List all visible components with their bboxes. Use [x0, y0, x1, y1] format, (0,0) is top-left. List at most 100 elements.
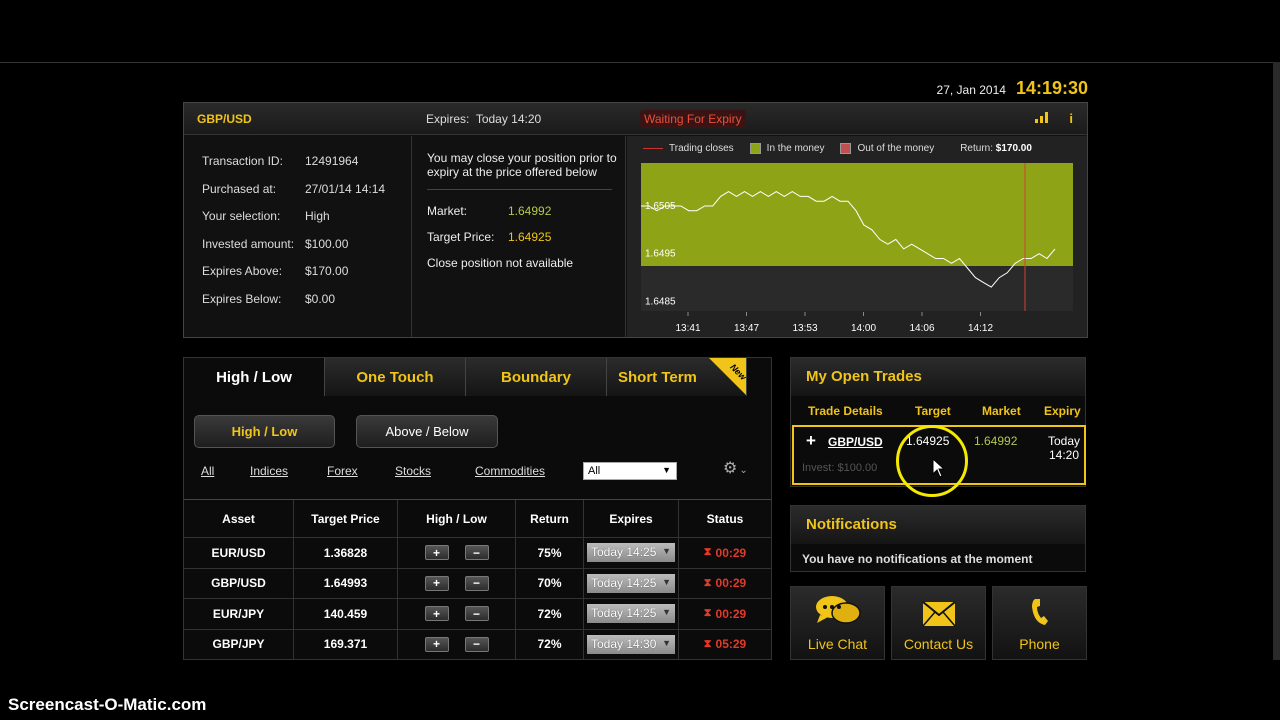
gear-icon[interactable]: ⚙ ⌄ — [723, 458, 748, 478]
call-button[interactable]: + — [424, 575, 449, 591]
return-value: 70% — [537, 576, 562, 591]
market-value: 1.64992 — [508, 204, 552, 218]
assets-table: Asset Target Price High / Low Return Exp… — [184, 499, 771, 660]
asset-name: EUR/USD — [211, 545, 266, 560]
asset-cell: EUR/JPY — [184, 599, 294, 629]
open-trade-invest: Invest: $100.00 — [802, 462, 878, 474]
filter-stocks[interactable]: Stocks — [395, 464, 431, 478]
phone-button[interactable]: Phone — [992, 586, 1087, 660]
open-trade-asset[interactable]: GBP/USD — [828, 435, 883, 449]
trade-detail-header: GBP/USD Expires: Today 14:20 Waiting For… — [184, 103, 1087, 135]
expiry-select[interactable]: Today 14:25 ▼ — [587, 573, 675, 593]
open-trade-market: 1.64992 — [974, 434, 1018, 448]
target-price: 1.36828 — [323, 545, 368, 560]
trade-info-list: Transaction ID: 12491964 Purchased at: 27/… — [184, 136, 412, 337]
col-target-price: Target Price — [294, 500, 398, 537]
put-button[interactable]: − — [464, 636, 489, 652]
target-price: 169.371 — [323, 637, 368, 652]
countdown: 00:29 — [715, 606, 747, 621]
divider — [427, 189, 612, 190]
detail-toolbar: i — [1035, 111, 1073, 126]
signal-bars-icon[interactable] — [1035, 111, 1049, 126]
high-low-cell: + − — [398, 599, 516, 629]
col-high-low: High / Low — [398, 500, 516, 537]
selection-row: Your selection: High — [202, 209, 330, 223]
tab-one-touch[interactable]: One Touch — [325, 358, 466, 396]
filter-all[interactable]: All — [201, 464, 214, 478]
asset-name: EUR/JPY — [212, 606, 265, 621]
phone-icon — [1030, 597, 1050, 630]
high-low-cell: + − — [398, 629, 516, 659]
x-tick-label: 14:12 — [968, 323, 993, 334]
put-button[interactable]: − — [464, 545, 489, 561]
current-time: 14:19:30 — [1015, 78, 1088, 98]
in-money-zone — [641, 163, 1073, 266]
open-trades-header: Trade Details Target Market Expiry — [791, 398, 1085, 424]
table-row: EUR/JPY 140.459 + − 72% Today 14:25 ▼ ⧗ 00:29 — [184, 599, 771, 630]
hourglass-icon: ⧗ — [703, 607, 712, 620]
target-row: Target Price: 1.64925 — [427, 230, 551, 244]
phone-label: Phone — [1019, 636, 1060, 652]
asset-filter-select[interactable]: All ▼ — [583, 462, 677, 480]
invested-row: Invested amount: $100.00 — [202, 237, 348, 251]
expiry-select-value: Today 14:25 — [591, 606, 657, 621]
page-scrollbar[interactable] — [1273, 62, 1280, 660]
asset-name: GBP/JPY — [212, 637, 265, 652]
asset-cell: EUR/USD — [184, 538, 294, 568]
notifications-title: Notifications — [791, 506, 1085, 544]
status-cell: ⧗ 00:29 — [679, 599, 771, 629]
expires-cell: Today 14:25 ▼ — [584, 599, 679, 629]
notifications-message: You have no notifications at the moment — [802, 552, 1033, 566]
chevron-down-icon: ▼ — [662, 546, 671, 557]
expiry-select-value: Today 14:25 — [591, 575, 657, 590]
live-chat-button[interactable]: Live Chat — [790, 586, 885, 660]
target-price: 140.459 — [323, 606, 368, 621]
put-button[interactable]: − — [464, 575, 489, 591]
current-date: 27, Jan 2014 — [936, 83, 1006, 97]
filter-commodities[interactable]: Commodities — [475, 464, 545, 478]
close-position-message: You may close your position prior to exp… — [427, 151, 617, 179]
return-value: 72% — [537, 637, 562, 652]
trade-expires-label: Expires: — [426, 112, 470, 126]
top-divider — [0, 62, 1280, 63]
option-tabs: High / Low One Touch Boundary Short Term — [184, 358, 771, 396]
asset-cell: GBP/USD — [184, 568, 294, 598]
field-label: Your selection: — [202, 209, 281, 223]
expiry-select[interactable]: Today 14:25 ▼ — [587, 604, 675, 624]
trade-asset: GBP/USD — [197, 112, 252, 126]
contact-us-button[interactable]: Contact Us — [891, 586, 986, 660]
call-button[interactable]: + — [424, 606, 449, 622]
tab-high-low[interactable]: High / Low — [184, 358, 325, 396]
filter-forex[interactable]: Forex — [327, 464, 358, 478]
server-clock: 27, Jan 2014 14:19:30 — [937, 78, 1088, 99]
tab-boundary[interactable]: Boundary — [466, 358, 607, 396]
countdown: 00:29 — [715, 545, 747, 560]
table-header: Asset Target Price High / Low Return Exp… — [184, 500, 771, 538]
target-cell: 140.459 — [294, 599, 398, 629]
expand-icon[interactable]: + — [806, 431, 816, 451]
high-low-cell: + − — [398, 568, 516, 598]
expires-cell: Today 14:25 ▼ — [584, 568, 679, 598]
market-row: Market: 1.64992 — [427, 204, 551, 218]
expiry-select[interactable]: Today 14:30 ▼ — [587, 634, 675, 654]
call-button[interactable]: + — [424, 545, 449, 561]
mouse-cursor-icon — [932, 458, 946, 478]
col-status: Status — [706, 511, 744, 526]
return-cell: 70% — [516, 568, 584, 598]
expiry-select[interactable]: Today 14:25 ▼ — [587, 543, 675, 563]
info-icon[interactable]: i — [1069, 111, 1073, 126]
above-below-button[interactable]: Above / Below — [356, 415, 498, 448]
expiry-select-value: Today 14:25 — [591, 545, 657, 560]
asset-cell: GBP/JPY — [184, 629, 294, 659]
new-badge-label: New — [728, 361, 746, 383]
status-cell: ⧗ 00:29 — [679, 569, 771, 599]
high-low-button[interactable]: High / Low — [194, 415, 335, 448]
x-tick-label: 14:00 — [851, 323, 876, 334]
filter-indices[interactable]: Indices — [250, 464, 288, 478]
notifications-panel: Notifications You have no notifications … — [790, 505, 1086, 572]
call-button[interactable]: + — [424, 636, 449, 652]
watermark: Screencast-O-Matic.com — [8, 695, 207, 714]
expires-above-row: Expires Above: $170.00 — [202, 264, 348, 278]
put-button[interactable]: − — [464, 606, 489, 622]
field-label: Purchased at: — [202, 182, 277, 196]
